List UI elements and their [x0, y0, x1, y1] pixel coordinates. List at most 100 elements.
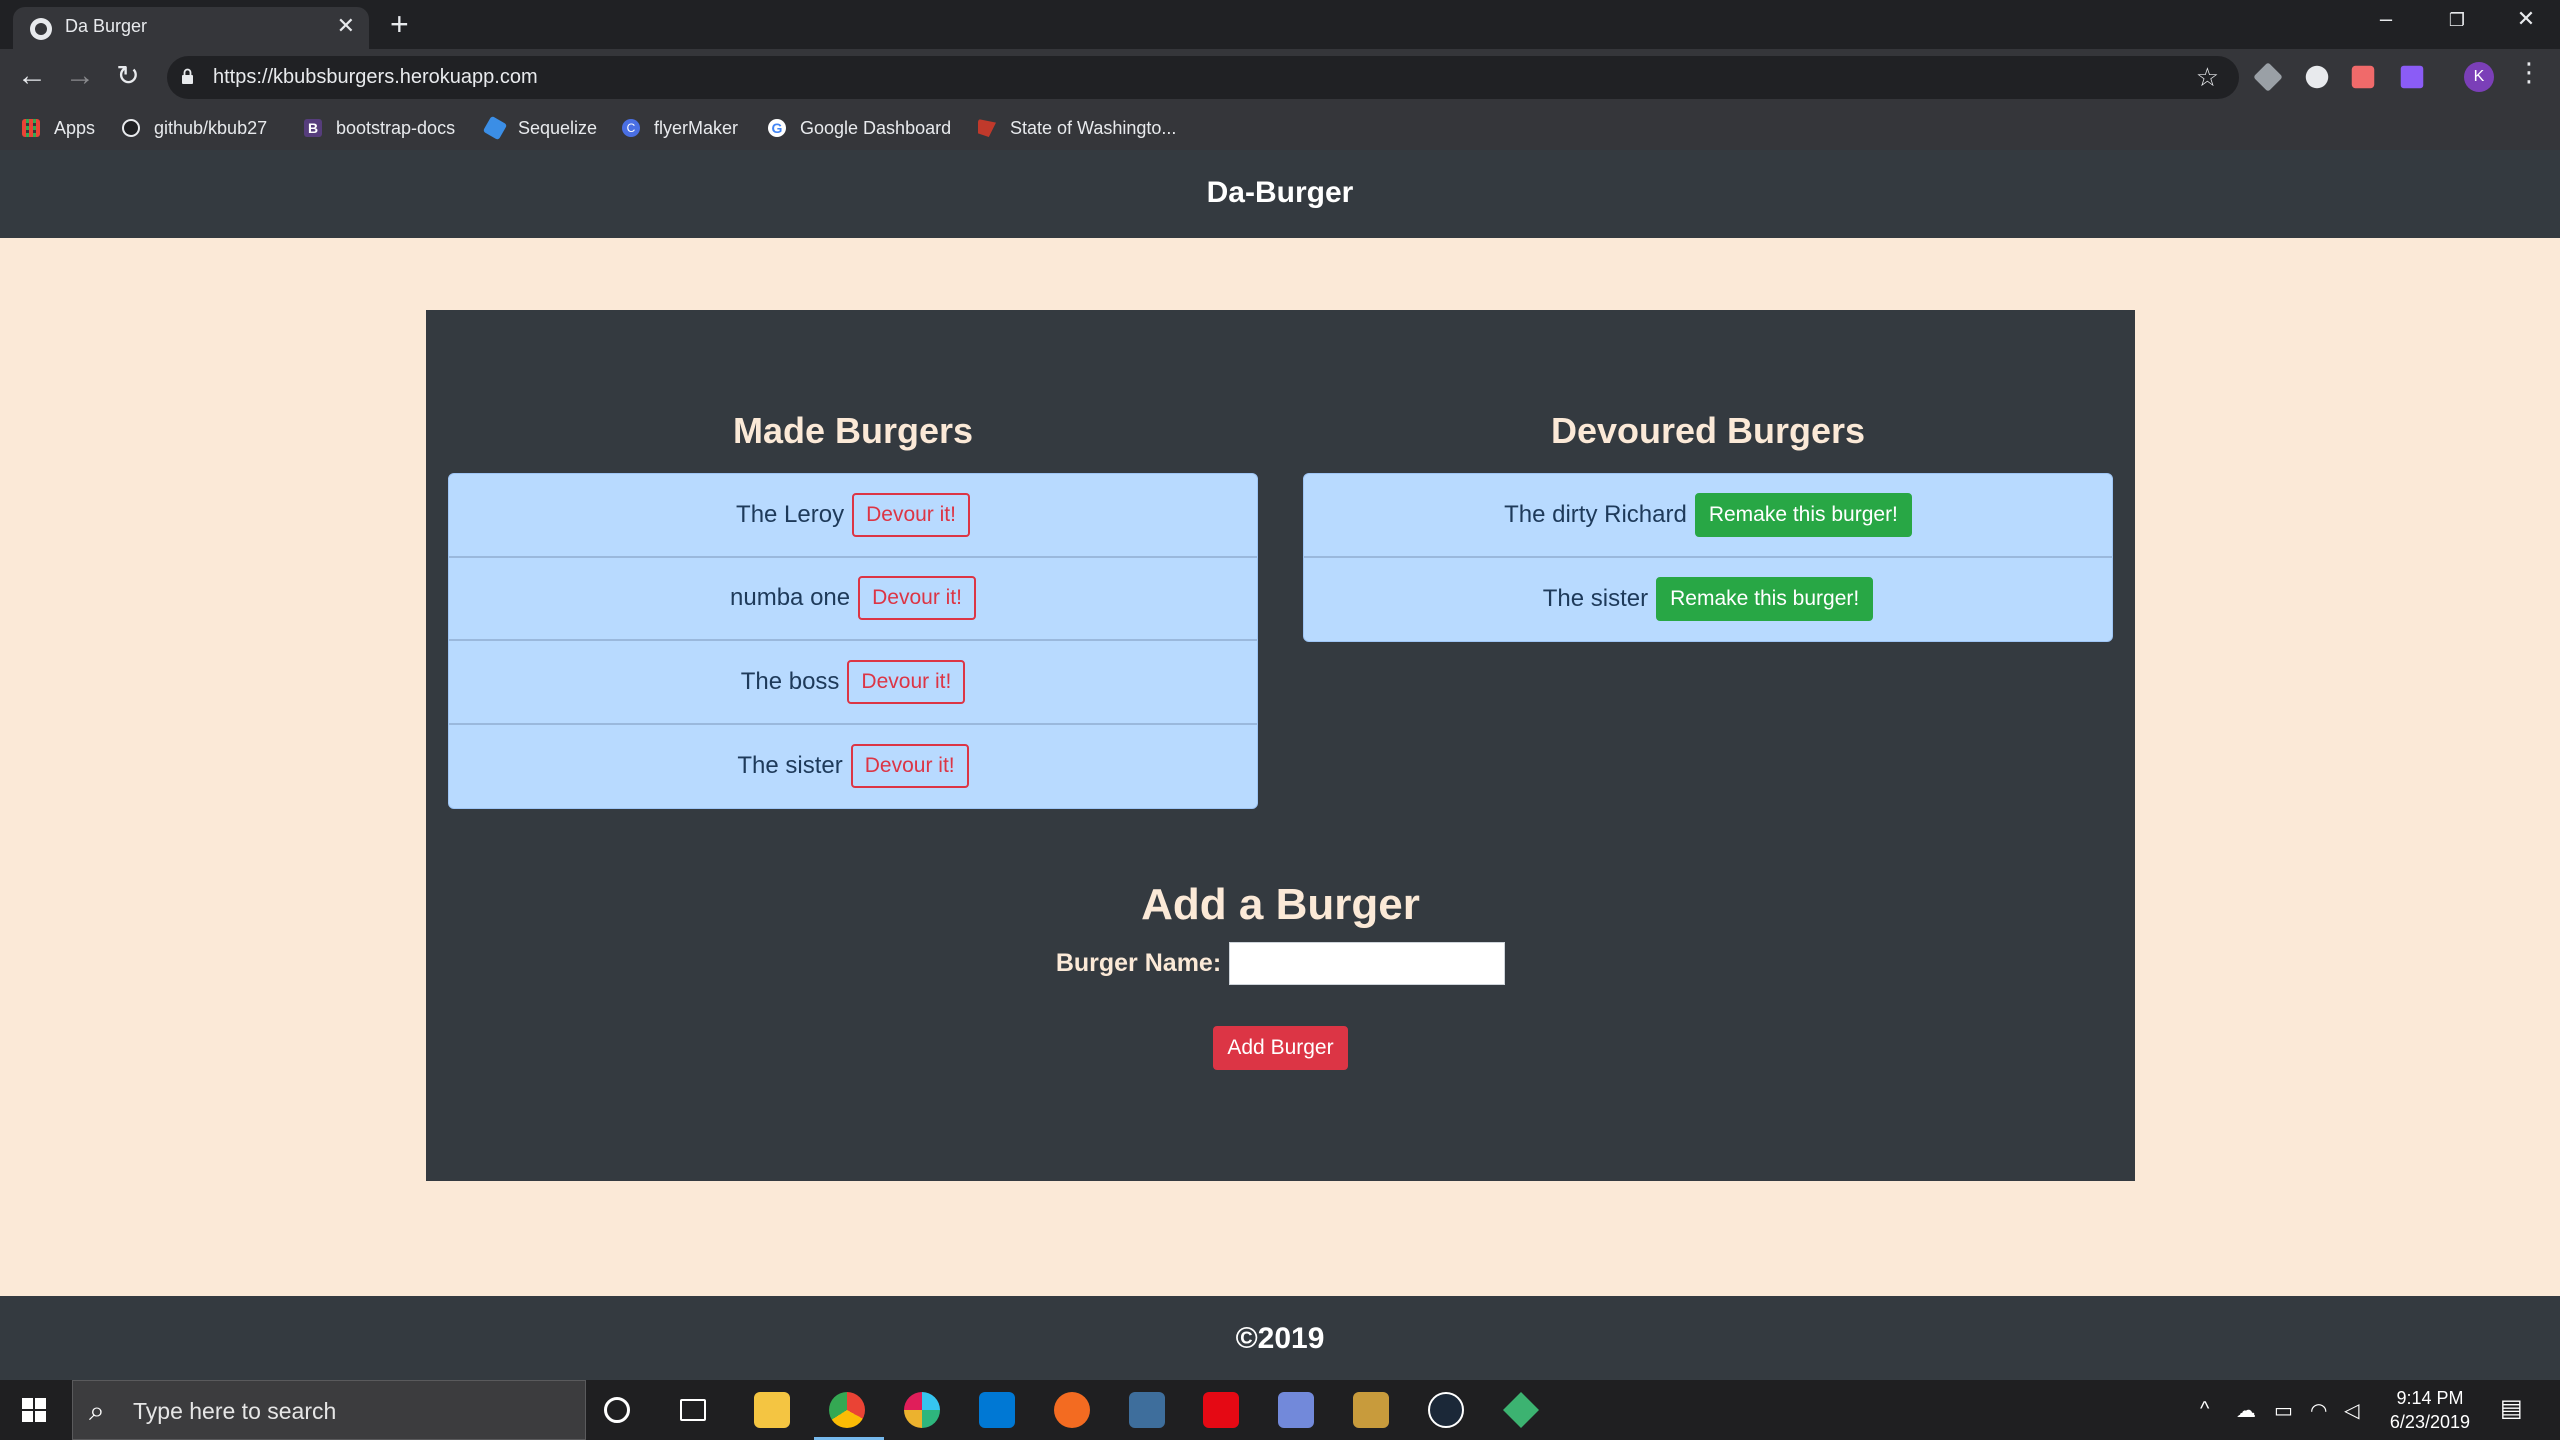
- devoured-burgers-title: Devoured Burgers: [1550, 410, 1866, 451]
- burger-name: numba one: [730, 584, 851, 612]
- drive-extension-icon[interactable]: [2253, 62, 2283, 92]
- sequelize-icon: [482, 115, 508, 141]
- globe-icon: [30, 18, 52, 40]
- onedrive-icon[interactable]: ☁: [2236, 1398, 2256, 1423]
- site-header: Da-Burger: [0, 150, 2560, 238]
- burger-name: The Leroy: [736, 500, 845, 528]
- bookmark-google-dashboard[interactable]: G Google Dashboard: [768, 112, 951, 144]
- site-title: Da-Burger: [1206, 176, 1354, 209]
- add-burger-button[interactable]: Add Burger: [1213, 1026, 1348, 1070]
- burger-name: The sister: [1542, 585, 1649, 613]
- add-burger-title: Add a Burger: [1141, 880, 1420, 929]
- back-arrow-icon[interactable]: ←: [12, 59, 52, 93]
- tab-title: Da Burger: [65, 16, 148, 36]
- search-placeholder: Type here to search: [133, 1398, 337, 1424]
- bookmark-label: github/kbub27: [154, 117, 268, 138]
- devoured-burgers-list: The dirty Richard Remake this burger! Th…: [1303, 473, 2113, 642]
- slack-icon[interactable]: [904, 1392, 940, 1428]
- new-tab-button[interactable]: +: [390, 6, 409, 43]
- league-icon[interactable]: [1353, 1392, 1389, 1428]
- footer-copyright: ©2019: [1235, 1322, 1325, 1355]
- made-burgers-list: The Leroy Devour it! numba one Devour it…: [448, 473, 1258, 809]
- url-text: https://kbubsburgers.herokuapp.com: [213, 66, 538, 88]
- taskbar-search-box[interactable]: ⌕ Type here to search: [72, 1380, 586, 1440]
- devour-button[interactable]: Devour it!: [850, 744, 969, 789]
- devour-button[interactable]: Devour it!: [852, 492, 970, 537]
- apps-grid-icon: [22, 119, 40, 137]
- devour-button[interactable]: Devour it!: [858, 576, 976, 621]
- devour-button[interactable]: Devour it!: [847, 659, 966, 704]
- list-item: The sister Devour it!: [449, 725, 1257, 809]
- bookmark-sequelize[interactable]: Sequelize: [482, 112, 597, 144]
- video-extension-icon[interactable]: [2351, 65, 2375, 89]
- minimize-icon[interactable]: –: [2366, 6, 2406, 32]
- bookmark-label: flyerMaker: [654, 117, 739, 138]
- burger-name-input[interactable]: [1229, 942, 1506, 985]
- browser-tab[interactable]: Da Burger ✕: [13, 7, 369, 49]
- task-view-icon[interactable]: [680, 1399, 706, 1421]
- windows-start-icon[interactable]: [22, 1398, 46, 1422]
- discord-icon[interactable]: [1278, 1392, 1314, 1428]
- bookmark-bootstrap[interactable]: B bootstrap-docs: [304, 112, 455, 144]
- postman-icon[interactable]: [1054, 1392, 1090, 1428]
- volume-icon[interactable]: ◁: [2344, 1398, 2359, 1423]
- cortana-icon[interactable]: [604, 1397, 630, 1423]
- bookmark-github[interactable]: github/kbub27: [122, 112, 267, 144]
- bookmark-state-washington[interactable]: State of Washingto...: [978, 112, 1176, 144]
- list-item: numba one Devour it!: [449, 558, 1257, 641]
- made-burgers-title: Made Burgers: [732, 410, 974, 451]
- taskbar-clock[interactable]: 9:14 PM 6/23/2019: [2390, 1386, 2470, 1434]
- bootstrap-icon: B: [304, 119, 322, 137]
- window-close-icon[interactable]: ✕: [2506, 6, 2546, 32]
- check-extension-icon[interactable]: [2400, 65, 2424, 89]
- burger-panel: Made Burgers The Leroy Devour it! numba …: [426, 310, 2135, 1181]
- restore-icon[interactable]: ❐: [2437, 10, 2477, 31]
- netflix-icon[interactable]: [1203, 1392, 1239, 1428]
- menu-dots-icon[interactable]: ⋮: [2509, 57, 2549, 88]
- bookmark-apps[interactable]: Apps: [22, 112, 95, 144]
- mysql-workbench-icon[interactable]: [1129, 1392, 1165, 1428]
- bookmark-label: bootstrap-docs: [336, 117, 456, 138]
- windows-taskbar: ⌕ Type here to search ^ ☁ ▭ ◠ ◁ 9:14 PM …: [0, 1380, 2560, 1440]
- chevron-up-icon[interactable]: ^: [2200, 1398, 2209, 1421]
- battery-icon[interactable]: ▭: [2274, 1398, 2293, 1423]
- forward-arrow-icon[interactable]: →: [60, 59, 100, 93]
- notifications-icon[interactable]: ▤: [2500, 1394, 2523, 1423]
- site-footer: ©2019: [0, 1296, 2560, 1380]
- list-item: The sister Remake this burger!: [1304, 558, 2112, 642]
- bookmark-label: Google Dashboard: [800, 117, 952, 138]
- app-icon[interactable]: [1503, 1392, 1539, 1428]
- bookmark-label: State of Washingto...: [1010, 117, 1177, 138]
- reload-icon[interactable]: ↻: [108, 59, 148, 92]
- flyermaker-icon: C: [622, 119, 640, 137]
- github-icon: [122, 119, 140, 137]
- burger-name-label: Burger Name:: [1055, 949, 1222, 977]
- chrome-icon[interactable]: [829, 1392, 865, 1428]
- burger-name: The boss: [740, 667, 840, 695]
- clock-time: 9:14 PM: [2396, 1388, 2464, 1408]
- bookmark-label: Apps: [54, 117, 96, 138]
- bookmark-star-icon[interactable]: ☆: [2196, 62, 2219, 93]
- remake-button[interactable]: Remake this burger!: [1694, 492, 1912, 537]
- browser-toolbar: ← → ↻ https://kbubsburgers.herokuapp.com…: [0, 49, 2560, 106]
- browser-tab-strip: Da Burger ✕ + – ❐ ✕: [0, 0, 2560, 49]
- address-bar[interactable]: https://kbubsburgers.herokuapp.com ☆: [167, 56, 2239, 99]
- vscode-icon[interactable]: [979, 1392, 1015, 1428]
- lock-icon: [182, 68, 193, 84]
- bookmarks-bar: Apps github/kbub27 B bootstrap-docs Sequ…: [0, 106, 2560, 150]
- list-item: The dirty Richard Remake this burger!: [1304, 474, 2112, 558]
- extension-icon[interactable]: [2305, 65, 2329, 89]
- add-burger-form: Burger Name:: [426, 942, 2135, 985]
- flag-icon: [978, 119, 996, 137]
- profile-avatar[interactable]: K: [2464, 62, 2494, 92]
- file-explorer-icon[interactable]: [754, 1392, 790, 1428]
- bookmark-flyermaker[interactable]: C flyerMaker: [622, 112, 738, 144]
- close-tab-icon[interactable]: ✕: [337, 13, 355, 39]
- steam-icon[interactable]: [1428, 1392, 1464, 1428]
- add-button-wrap: Add Burger: [426, 1026, 2135, 1070]
- remake-button[interactable]: Remake this burger!: [1656, 577, 1874, 622]
- burger-name: The dirty Richard: [1504, 500, 1687, 528]
- wifi-icon[interactable]: ◠: [2310, 1398, 2327, 1423]
- list-item: The Leroy Devour it!: [449, 474, 1257, 558]
- clock-date: 6/23/2019: [2389, 1412, 2470, 1432]
